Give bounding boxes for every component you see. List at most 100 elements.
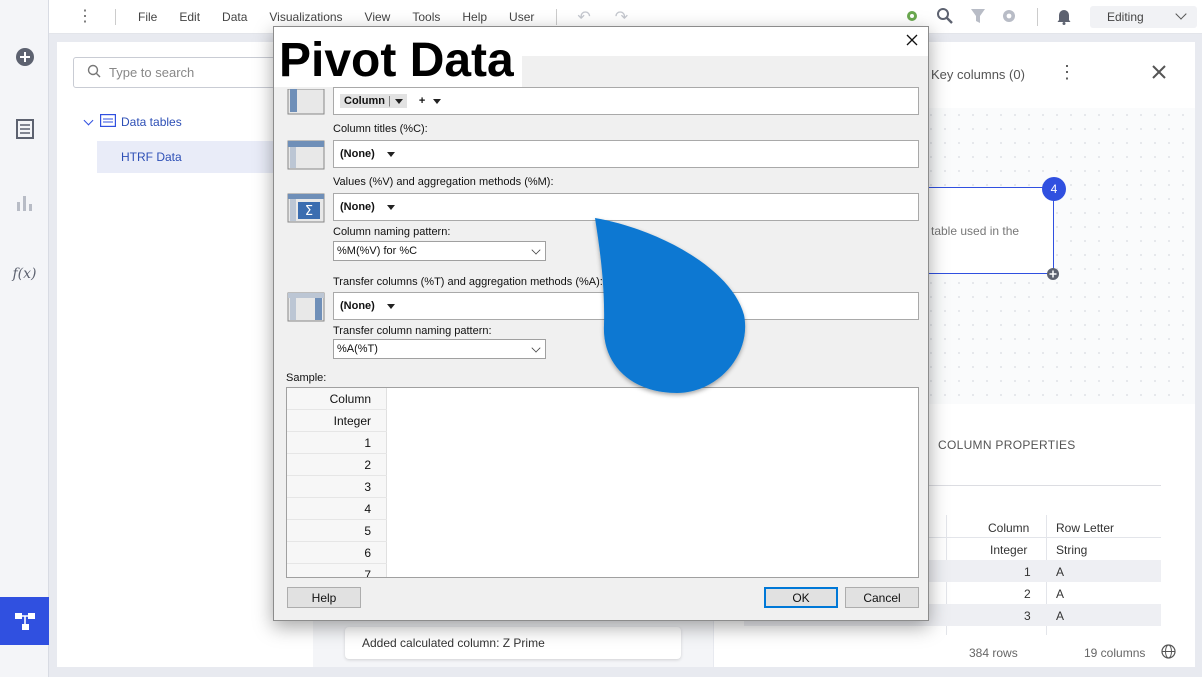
left-rail: f(x) <box>0 0 49 677</box>
dialog-title-overlay: Pivot Data <box>274 35 522 87</box>
column-header[interactable]: Column <box>988 521 1029 535</box>
data-table-icon[interactable] <box>0 105 49 153</box>
more-menu-icon[interactable]: ⋮ <box>77 8 93 24</box>
menu-data[interactable]: Data <box>222 10 247 24</box>
transfer-table-icon <box>287 292 325 322</box>
sigma-icon: Σ <box>287 193 325 223</box>
search-field[interactable]: Type to search <box>73 57 303 88</box>
column-naming-select[interactable]: %M(%V) for %C <box>333 241 546 261</box>
divider <box>556 8 558 25</box>
sample-row: 5 <box>287 520 387 542</box>
close-icon[interactable] <box>1151 64 1167 83</box>
help-button[interactable]: Help <box>287 587 361 608</box>
function-icon[interactable]: f(x) <box>0 250 49 298</box>
column-naming-label: Column naming pattern: <box>333 226 451 238</box>
sample-column: Column Integer 1 2 3 4 5 6 7 <box>287 388 387 577</box>
search-icon <box>87 64 101 81</box>
history-entry-label: Added calculated column: Z Prime <box>362 636 545 650</box>
sample-row: 4 <box>287 498 387 520</box>
menu-edit[interactable]: Edit <box>179 10 200 24</box>
table-cell: 1 <box>1024 565 1031 579</box>
add-row-button[interactable]: + <box>419 95 425 107</box>
redo-icon[interactable]: ↷ <box>615 7 628 27</box>
transfer-naming-label: Transfer column naming pattern: <box>333 325 492 337</box>
mode-selector[interactable]: Editing <box>1090 6 1197 28</box>
dialog-title: Pivot Data <box>279 34 514 87</box>
row-chip-label: Column <box>344 95 385 107</box>
chevron-down-icon <box>531 343 541 353</box>
table-cell: 2 <box>1024 587 1031 601</box>
droplet-pointer-icon <box>595 218 746 393</box>
menu-visualizations[interactable]: Visualizations <box>269 10 342 24</box>
sample-row: 1 <box>287 432 387 454</box>
filter-icon[interactable] <box>970 8 986 27</box>
gear-icon[interactable] <box>1001 8 1017 27</box>
row-identifier-field[interactable]: Column | + <box>333 87 919 115</box>
ok-button[interactable]: OK <box>764 587 838 608</box>
svg-text:Σ: Σ <box>305 204 313 219</box>
tree-root[interactable]: Data tables <box>83 114 182 130</box>
column-titles-label: Column titles (%C): <box>333 123 428 135</box>
transfer-naming-select[interactable]: %A(%T) <box>333 339 546 359</box>
sample-row: 6 <box>287 542 387 564</box>
tab-column-properties[interactable]: COLUMN PROPERTIES <box>938 438 1076 452</box>
close-icon[interactable] <box>905 33 919 50</box>
dropdown-arrow-icon[interactable] <box>386 151 395 157</box>
undo-icon[interactable]: ↶ <box>577 7 590 27</box>
sample-row: 3 <box>287 476 387 498</box>
sample-row: 2 <box>287 454 387 476</box>
tree-root-label: Data tables <box>121 115 182 129</box>
chevron-down-icon <box>1175 8 1187 20</box>
more-options-icon[interactable]: ⋮ <box>1058 62 1076 83</box>
column-type: Integer <box>990 543 1028 557</box>
add-icon[interactable] <box>0 33 49 81</box>
row-table-icon <box>287 88 325 115</box>
table-cell: A <box>1056 587 1065 601</box>
data-node[interactable]: table used in the <box>914 187 1054 274</box>
history-entry[interactable]: Added calculated column: Z Prime <box>345 627 681 659</box>
row-count: 384 rows <box>969 646 1018 660</box>
globe-icon[interactable] <box>1161 644 1176 662</box>
dropdown-arrow-icon[interactable] <box>386 204 395 210</box>
transfer-value: (None) <box>340 300 375 312</box>
dropdown-arrow-icon[interactable] <box>386 303 395 309</box>
dropdown-arrow-icon <box>394 98 403 104</box>
transfer-label: Transfer columns (%T) and aggregation me… <box>333 276 603 288</box>
sample-header: Column <box>287 388 387 410</box>
column-titles-icon <box>287 140 325 170</box>
menu-user[interactable]: User <box>509 10 534 24</box>
column-count: 19 columns <box>1084 646 1146 660</box>
key-columns-label[interactable]: Key columns (0) <box>931 67 1025 82</box>
column-titles-field[interactable]: (None) <box>333 140 919 168</box>
row-column-chip[interactable]: Column | <box>340 94 407 108</box>
sample-type: Integer <box>287 410 387 432</box>
mode-label: Editing <box>1107 10 1144 24</box>
menu-view[interactable]: View <box>365 10 391 24</box>
table-cell: A <box>1056 565 1065 579</box>
divider <box>1037 8 1038 26</box>
menu-help[interactable]: Help <box>462 10 487 24</box>
table-cell: A <box>1056 609 1065 623</box>
chevron-down-icon[interactable] <box>83 115 94 125</box>
menu-tools[interactable]: Tools <box>412 10 440 24</box>
notifications-icon[interactable] <box>1056 8 1072 28</box>
data-canvas-icon[interactable] <box>0 597 49 645</box>
column-header[interactable]: Row Letter <box>1056 521 1114 535</box>
transfer-naming-value: %A(%T) <box>337 343 378 355</box>
search-input[interactable]: Type to search <box>109 65 194 80</box>
tree-item-label: HTRF Data <box>121 150 182 164</box>
dropdown-arrow-icon[interactable] <box>433 98 442 104</box>
add-node-icon[interactable] <box>1046 267 1060 284</box>
recommendations-icon[interactable] <box>904 8 920 27</box>
column-naming-value: %M(%V) for %C <box>337 245 418 257</box>
divider <box>115 8 116 25</box>
cancel-button[interactable]: Cancel <box>845 587 919 608</box>
sample-grid[interactable]: Column Integer 1 2 3 4 5 6 7 <box>286 387 919 578</box>
column-type: String <box>1056 543 1088 557</box>
table-cell: 3 <box>1024 609 1031 623</box>
visualizations-icon[interactable] <box>0 178 49 226</box>
search-icon[interactable] <box>936 7 954 28</box>
menu-file[interactable]: File <box>138 10 157 24</box>
sample-label: Sample: <box>286 372 327 384</box>
column-titles-value: (None) <box>340 148 375 160</box>
